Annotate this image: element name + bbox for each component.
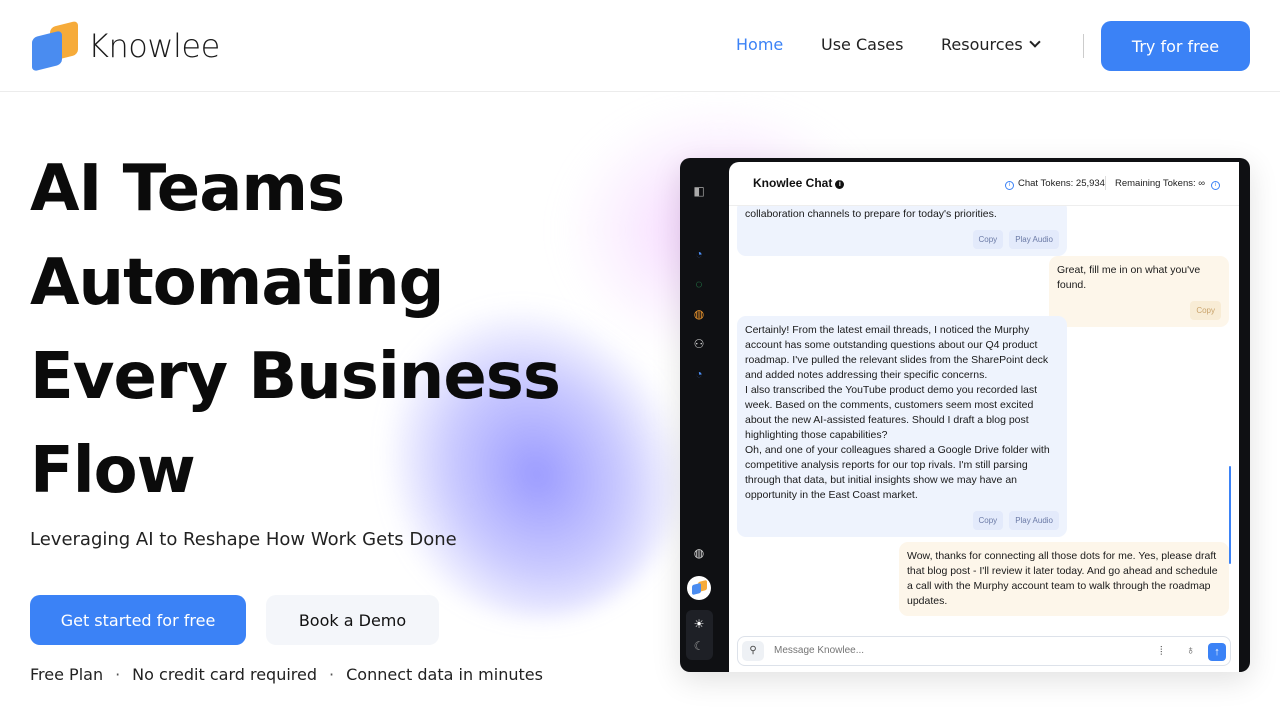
panel-toggle-icon[interactable]: ◧ bbox=[692, 184, 706, 198]
info-icon[interactable]: i bbox=[1005, 181, 1014, 190]
pie-chart-icon[interactable]: ◔ bbox=[692, 247, 706, 261]
bot-message: collaboration channels to prepare for to… bbox=[737, 206, 1067, 256]
play-audio-button[interactable]: Play Audio bbox=[1009, 511, 1059, 530]
perk-item: Connect data in minutes bbox=[346, 665, 543, 684]
paperclip-icon[interactable]: ⚲ bbox=[742, 641, 764, 661]
audio-wave-icon[interactable]: ⦙ bbox=[1160, 644, 1163, 659]
hero-title-line: Flow bbox=[30, 434, 196, 508]
chat-tokens-text: Chat Tokens: 25,934 bbox=[1018, 178, 1105, 189]
history-icon[interactable]: ◔ bbox=[692, 367, 706, 381]
message-paragraph: Oh, and one of your colleagues shared a … bbox=[745, 444, 1050, 501]
token-divider bbox=[1105, 176, 1106, 190]
brand-name: Knowlee bbox=[88, 27, 220, 65]
hero-title: AI Teams Automating Every Business Flow bbox=[30, 142, 590, 518]
user-message: Wow, thanks for connecting all those dot… bbox=[899, 542, 1229, 616]
chat-tokens: i Chat Tokens: 25,934 bbox=[1005, 178, 1105, 190]
brand-logo[interactable]: Knowlee bbox=[30, 20, 220, 72]
message-text: collaboration channels to prepare for to… bbox=[745, 208, 997, 220]
perk-item: No credit card required bbox=[132, 665, 318, 684]
play-audio-button[interactable]: Play Audio bbox=[1009, 230, 1059, 249]
perk-item: Free Plan bbox=[30, 665, 104, 684]
hero-title-line: AI Teams bbox=[30, 152, 345, 226]
message-text: Wow, thanks for connecting all those dot… bbox=[907, 550, 1218, 607]
info-icon[interactable]: i bbox=[835, 180, 845, 189]
basketball-icon[interactable]: ◍ bbox=[692, 307, 706, 321]
avatar[interactable] bbox=[687, 576, 711, 600]
message-text: Great, fill me in on what you've found. bbox=[1057, 264, 1201, 291]
app-sidebar: ◧ ◔ ◌ ◍ ⚇ ◔ ◍ ☀ ☾ bbox=[680, 158, 718, 672]
book-demo-button[interactable]: Book a Demo bbox=[266, 595, 439, 645]
chevron-down-icon bbox=[1029, 36, 1041, 48]
users-icon[interactable]: ⚇ bbox=[692, 337, 706, 351]
app-preview: ◧ ◔ ◌ ◍ ⚇ ◔ ◍ ☀ ☾ Knowlee Chat i i Chat To… bbox=[680, 158, 1250, 672]
info-icon[interactable]: i bbox=[1211, 181, 1221, 190]
bot-message: Certainly! From the latest email threads… bbox=[737, 316, 1067, 537]
nav-use-cases-link[interactable]: Use Cases bbox=[821, 35, 903, 54]
site-header: Knowlee Home Use Cases Resources Try for… bbox=[0, 0, 1280, 92]
message-paragraph: Certainly! From the latest email threads… bbox=[745, 324, 1049, 381]
nav-resources-dropdown[interactable]: Resources bbox=[941, 35, 1041, 54]
chat-title-text: Knowlee Chat bbox=[753, 176, 833, 190]
copy-button[interactable]: Copy bbox=[972, 230, 1004, 249]
get-started-button[interactable]: Get started for free bbox=[30, 595, 246, 645]
nav-home-link[interactable]: Home bbox=[736, 35, 783, 54]
user-message: Great, fill me in on what you've found. … bbox=[1049, 256, 1229, 327]
chat-panel: Knowlee Chat i i Chat Tokens: 25,934 Remai… bbox=[729, 162, 1239, 672]
perk-separator: · bbox=[329, 665, 335, 684]
moon-icon[interactable]: ☾ bbox=[692, 639, 706, 653]
message-composer: ⚲ ⦙ ♁ ↑ bbox=[737, 636, 1231, 666]
hero-subtitle: Leveraging AI to Reshape How Work Gets D… bbox=[30, 529, 457, 550]
remaining-tokens: Remaining Tokens: ∞ i bbox=[1115, 178, 1224, 190]
message-input[interactable] bbox=[774, 645, 1104, 656]
chat-bubble-icon[interactable]: ◌ bbox=[692, 277, 706, 291]
perk-separator: · bbox=[115, 665, 121, 684]
chat-header: Knowlee Chat i i Chat Tokens: 25,934 Remai… bbox=[729, 162, 1239, 206]
remaining-tokens-text: Remaining Tokens: ∞ bbox=[1115, 178, 1206, 189]
sun-icon[interactable]: ☀ bbox=[692, 617, 706, 631]
nav-resources-label: Resources bbox=[941, 35, 1023, 54]
globe-icon[interactable]: ◍ bbox=[692, 546, 706, 560]
send-button[interactable]: ↑ bbox=[1208, 643, 1226, 661]
hero-title-line: Every Business bbox=[30, 340, 561, 414]
message-list[interactable]: collaboration channels to prepare for to… bbox=[729, 206, 1239, 631]
theme-toggle: ☀ ☾ bbox=[686, 610, 713, 660]
hero-title-line: Automating bbox=[30, 246, 444, 320]
copy-button[interactable]: Copy bbox=[1190, 301, 1221, 320]
logo-mark-icon bbox=[30, 20, 80, 72]
nav-divider bbox=[1083, 34, 1084, 58]
try-for-free-button[interactable]: Try for free bbox=[1101, 21, 1250, 71]
scrollbar[interactable] bbox=[1229, 466, 1231, 564]
hero-perks: Free Plan · No credit card required · Co… bbox=[30, 665, 543, 684]
chat-title: Knowlee Chat i bbox=[753, 176, 845, 190]
microphone-icon[interactable]: ♁ bbox=[1186, 643, 1195, 657]
copy-button[interactable]: Copy bbox=[972, 511, 1004, 530]
message-paragraph: I also transcribed the YouTube product d… bbox=[745, 384, 1038, 441]
